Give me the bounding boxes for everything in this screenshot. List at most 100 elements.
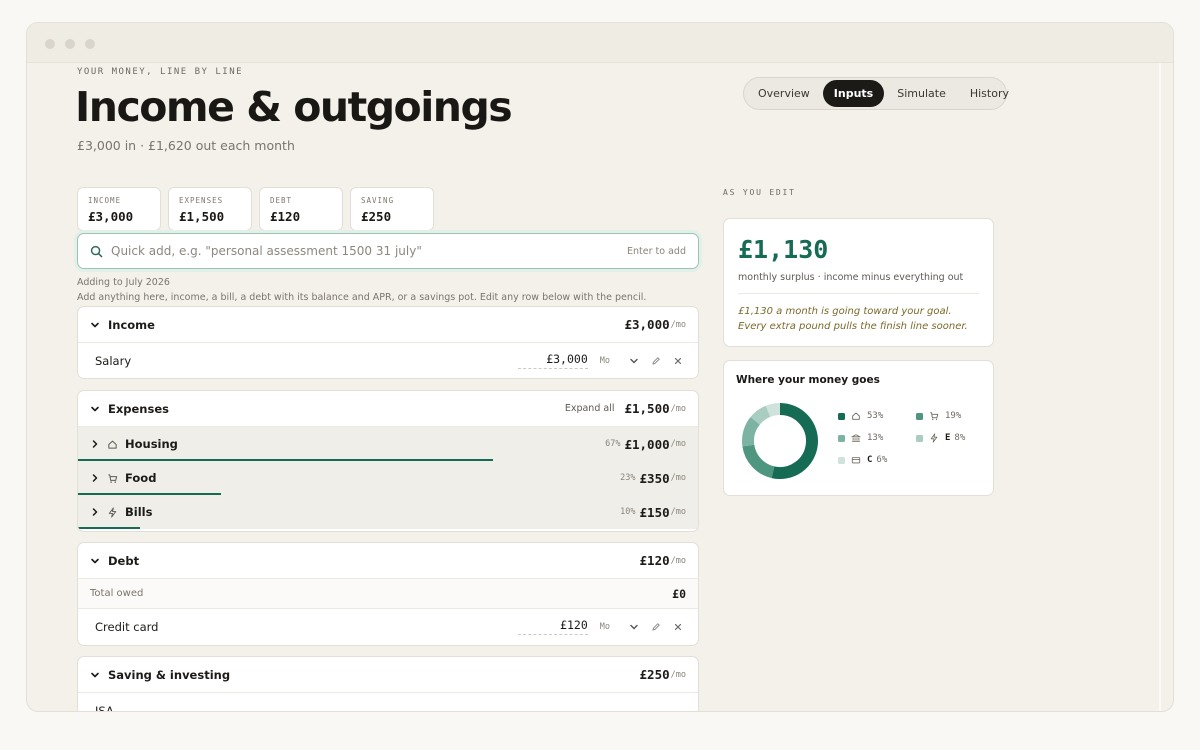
adding-to-label: Adding to July 2026 (77, 277, 170, 288)
debt-header[interactable]: Debt £120/mo (78, 543, 698, 579)
legend-item: E 8% (916, 433, 965, 443)
close-icon[interactable] (670, 353, 686, 369)
close-icon[interactable] (670, 619, 686, 635)
saving-section: Saving & investing £250/mo ISA (77, 656, 699, 712)
row-label: ISA (95, 703, 114, 712)
chevron-right-icon[interactable] (90, 439, 100, 449)
expenses-header[interactable]: Expenses Expand all £1,500/mo (78, 391, 698, 427)
per-month-suffix: /mo (670, 403, 686, 414)
stat-value: £1,500 (179, 209, 225, 224)
income-header[interactable]: Income £3,000/mo (78, 307, 698, 343)
category-amount: £350 (639, 470, 670, 486)
chevron-down-icon[interactable] (626, 353, 642, 369)
chevron-down-icon[interactable] (90, 320, 100, 330)
page-subtitle: £3,000 in · £1,620 out each month (77, 138, 295, 153)
stat-cards: INCOME £3,000 EXPENSES £1,500 DEBT £120 … (77, 187, 434, 231)
window-dot[interactable] (65, 39, 75, 49)
section-total: £3,000 (624, 317, 670, 332)
category-row-housing[interactable]: Housing 67% £1,000/mo (78, 427, 698, 461)
stat-card-saving[interactable]: SAVING £250 (350, 187, 434, 231)
stat-label: INCOME (88, 196, 122, 205)
category-pct: 10% (620, 507, 636, 517)
stat-card-debt[interactable]: DEBT £120 (259, 187, 343, 231)
frequency-select[interactable]: Mo (600, 356, 610, 366)
income-section: Income £3,000/mo Salary £3,000 Mo (77, 306, 699, 379)
total-owed-value: £0 (672, 586, 686, 601)
chevron-down-icon[interactable] (90, 556, 100, 566)
category-amount: £1,000 (624, 436, 670, 452)
donut-slice-3 (742, 417, 761, 447)
view-tabs: Overview Inputs Simulate History (743, 77, 1009, 110)
chevron-down-icon[interactable] (90, 404, 100, 414)
surplus-value: £1,130 (738, 235, 829, 264)
as-you-edit-label: AS YOU EDIT (723, 188, 796, 197)
category-row-bills[interactable]: Bills 10% £150/mo (78, 495, 698, 529)
chevron-down-icon[interactable] (626, 619, 642, 635)
saving-header[interactable]: Saving & investing £250/mo (78, 657, 698, 693)
bolt-icon (108, 506, 117, 518)
category-pct: 67% (605, 439, 621, 449)
frequency-select[interactable]: Mo (600, 622, 610, 632)
chevron-right-icon[interactable] (90, 507, 100, 517)
category-row-food[interactable]: Food 23% £350/mo (78, 461, 698, 495)
stat-value: £3,000 (88, 209, 134, 224)
quick-add-bar: Enter to add (77, 233, 699, 269)
row-label: Salary (95, 353, 132, 368)
pencil-icon[interactable] (648, 353, 664, 369)
category-pct: 23% (620, 473, 636, 483)
legend-swatch (838, 412, 845, 420)
window-dot[interactable] (85, 39, 95, 49)
legend-item: C 6% (838, 455, 887, 465)
cart-icon (930, 412, 939, 420)
breakdown-card: Where your money goes 53% 19% 13% E 8% C… (723, 360, 994, 496)
stat-label: EXPENSES (179, 196, 224, 205)
amount-input[interactable]: £3,000 (517, 352, 588, 369)
tab-inputs[interactable]: Inputs (822, 80, 885, 107)
quick-add-input[interactable] (111, 244, 628, 258)
per-month-suffix: /mo (670, 555, 686, 566)
category-label: Housing (125, 437, 178, 451)
pencil-icon[interactable] (648, 619, 664, 635)
tab-overview[interactable]: Overview (747, 80, 821, 107)
tab-history[interactable]: History (959, 80, 1020, 107)
per-month-suffix: /mo (670, 439, 686, 449)
per-month-suffix: /mo (670, 319, 686, 330)
home-icon (852, 412, 860, 420)
stat-label: SAVING (361, 196, 395, 205)
bank-icon (851, 434, 861, 442)
legend-item: 19% (916, 411, 961, 421)
amount-input[interactable]: £120 (517, 618, 588, 635)
surplus-card: £1,130 monthly surplus · income minus ev… (723, 218, 994, 347)
total-owed-label: Total owed (90, 588, 144, 599)
browser-window: YOUR MONEY, LINE BY LINE Income & outgoi… (26, 22, 1174, 712)
tab-simulate[interactable]: Simulate (886, 80, 957, 107)
window-dot[interactable] (45, 39, 55, 49)
legend-item: 53% (838, 411, 883, 421)
home-icon (108, 440, 117, 449)
total-owed-row: Total owed £0 (78, 579, 698, 609)
donut-slice-4 (750, 405, 771, 425)
category-label: Bills (125, 505, 153, 519)
page-content: YOUR MONEY, LINE BY LINE Income & outgoi… (27, 63, 1173, 712)
chevron-down-icon[interactable] (90, 670, 100, 680)
card-icon (851, 457, 861, 464)
list-item: Salary £3,000 Mo (78, 343, 698, 378)
stat-card-expenses[interactable]: EXPENSES £1,500 (168, 187, 252, 231)
legend-value: 8% (954, 433, 966, 443)
expand-all-button[interactable]: Expand all (565, 403, 615, 414)
donut-slice-5 (765, 403, 781, 417)
legend-value: 6% (876, 455, 888, 465)
cart-icon (108, 473, 118, 483)
stat-card-income[interactable]: INCOME £3,000 (77, 187, 161, 231)
legend-value: 19% (945, 411, 962, 421)
stat-value: £250 (361, 209, 392, 224)
section-total: £120 (639, 553, 670, 568)
category-amount: £150 (639, 504, 670, 520)
breakdown-title: Where your money goes (736, 374, 880, 386)
legend-swatch (838, 456, 845, 464)
chevron-right-icon[interactable] (90, 473, 100, 483)
stat-label: DEBT (270, 196, 293, 205)
section-title: Expenses (108, 401, 169, 416)
legend-tag: E (945, 433, 951, 443)
window-titlebar (27, 23, 1173, 63)
